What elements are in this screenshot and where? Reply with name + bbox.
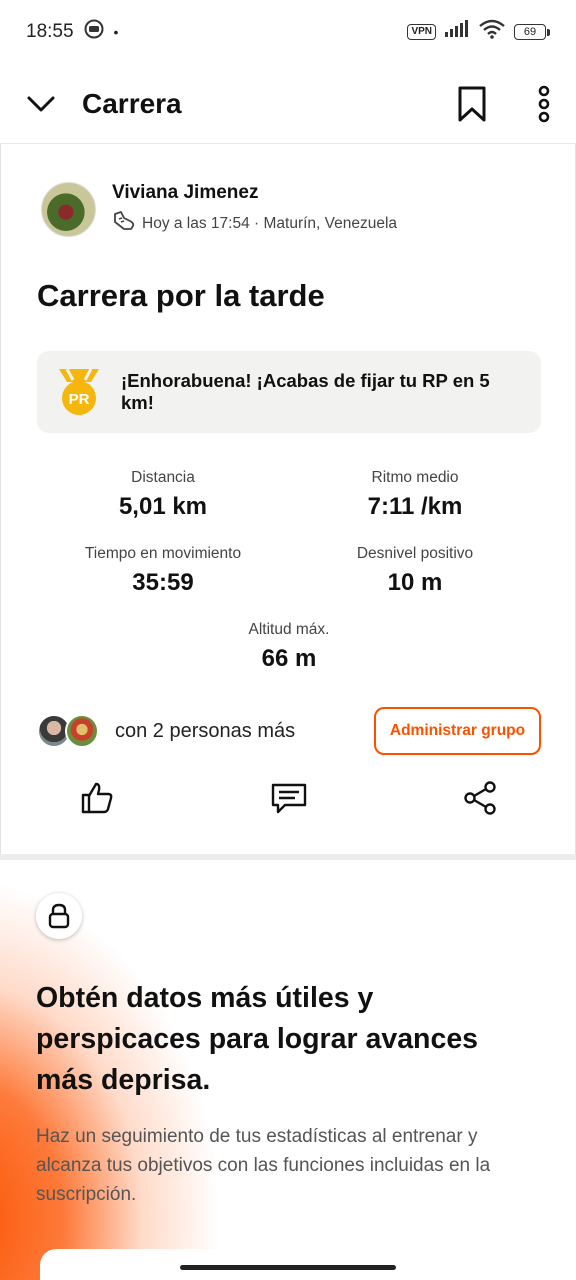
lock-icon: [36, 893, 82, 939]
chevron-down-icon[interactable]: [24, 87, 58, 121]
home-indicator[interactable]: [180, 1265, 396, 1270]
more-vertical-icon[interactable]: [536, 85, 552, 123]
share-icon[interactable]: [462, 780, 498, 821]
battery-level: 69: [514, 24, 546, 40]
signal-icon: [444, 20, 470, 44]
pr-message: ¡Enhorabuena! ¡Acabas de fijar tu RP en …: [121, 370, 490, 413]
kudos-thumbs-up-icon[interactable]: [79, 780, 115, 821]
page-title: Carrera: [82, 87, 182, 119]
athlete-header[interactable]: Viviana Jimenez Hoy a las 17:54 · Maturí…: [41, 182, 397, 237]
activity-time-location: Hoy a las 17:54 · Maturín, Venezuela: [142, 214, 398, 232]
athlete-info: Viviana Jimenez Hoy a las 17:54 · Maturí…: [112, 182, 397, 237]
stat-value: 5,01 km: [118, 493, 208, 520]
stat-elevation-gain: Desnivel positivo 10 m: [285, 545, 545, 597]
stat-label: Altitud máx.: [248, 621, 330, 638]
stat-value: 66 m: [261, 645, 317, 672]
status-time: 18:55: [26, 21, 74, 42]
battery-indicator: 69: [514, 24, 550, 40]
status-dot: •: [113, 24, 119, 40]
pr-medal-icon: PR: [55, 366, 103, 418]
stat-max-elevation: Altitud máx. 66 m: [159, 621, 419, 673]
athlete-name[interactable]: Viviana Jimenez: [112, 182, 397, 204]
manage-group-button[interactable]: Administrar grupo: [374, 707, 541, 755]
activity-card: Viviana Jimenez Hoy a las 17:54 · Maturí…: [0, 144, 576, 854]
stat-label: Tiempo en movimiento: [84, 545, 242, 562]
battery-tip: [547, 28, 550, 36]
status-bar: 18:55 • VPN 69: [0, 0, 576, 64]
wifi-icon: [478, 19, 506, 45]
action-bar: [1, 776, 576, 826]
status-left: 18:55 •: [26, 19, 118, 45]
notification-app-icon: [84, 19, 104, 45]
activity-meta: Hoy a las 17:54 · Maturín, Venezuela: [112, 210, 397, 237]
activity-title: Carrera por la tarde: [37, 278, 325, 313]
stat-label: Ritmo medio: [371, 469, 459, 486]
shoe-icon: [112, 210, 136, 237]
bookmark-icon[interactable]: [456, 85, 488, 123]
pr-banner[interactable]: PR ¡Enhorabuena! ¡Acabas de fijar tu RP …: [37, 351, 541, 433]
group-member-avatar[interactable]: [65, 714, 99, 748]
stat-distance: Distancia 5,01 km: [33, 469, 293, 521]
stat-value: 7:11 /km: [367, 493, 463, 520]
pr-medal-label: PR: [69, 391, 90, 408]
athlete-avatar[interactable]: [41, 182, 96, 237]
subscription-promo: Obtén datos más útiles y perspicaces par…: [0, 860, 576, 1280]
group-text[interactable]: con 2 personas más: [115, 720, 374, 743]
stat-value: 10 m: [387, 569, 443, 596]
stat-avg-pace: Ritmo medio 7:11 /km: [285, 469, 545, 521]
stat-label: Distancia: [131, 469, 195, 486]
promo-body: Haz un seguimiento de tus estadísticas a…: [36, 1126, 491, 1205]
status-right: VPN 69: [407, 19, 550, 45]
stat-value: 35:59: [132, 569, 194, 596]
vpn-badge: VPN: [407, 24, 436, 40]
group-row: con 2 personas más Administrar grupo: [37, 706, 541, 756]
stat-moving-time: Tiempo en movimiento 35:59: [33, 545, 293, 597]
promo-title: Obtén datos más útiles y perspicaces par…: [36, 982, 479, 1096]
app-header: Carrera: [0, 64, 576, 144]
comment-icon[interactable]: [271, 780, 307, 821]
stat-label: Desnivel positivo: [356, 545, 474, 562]
